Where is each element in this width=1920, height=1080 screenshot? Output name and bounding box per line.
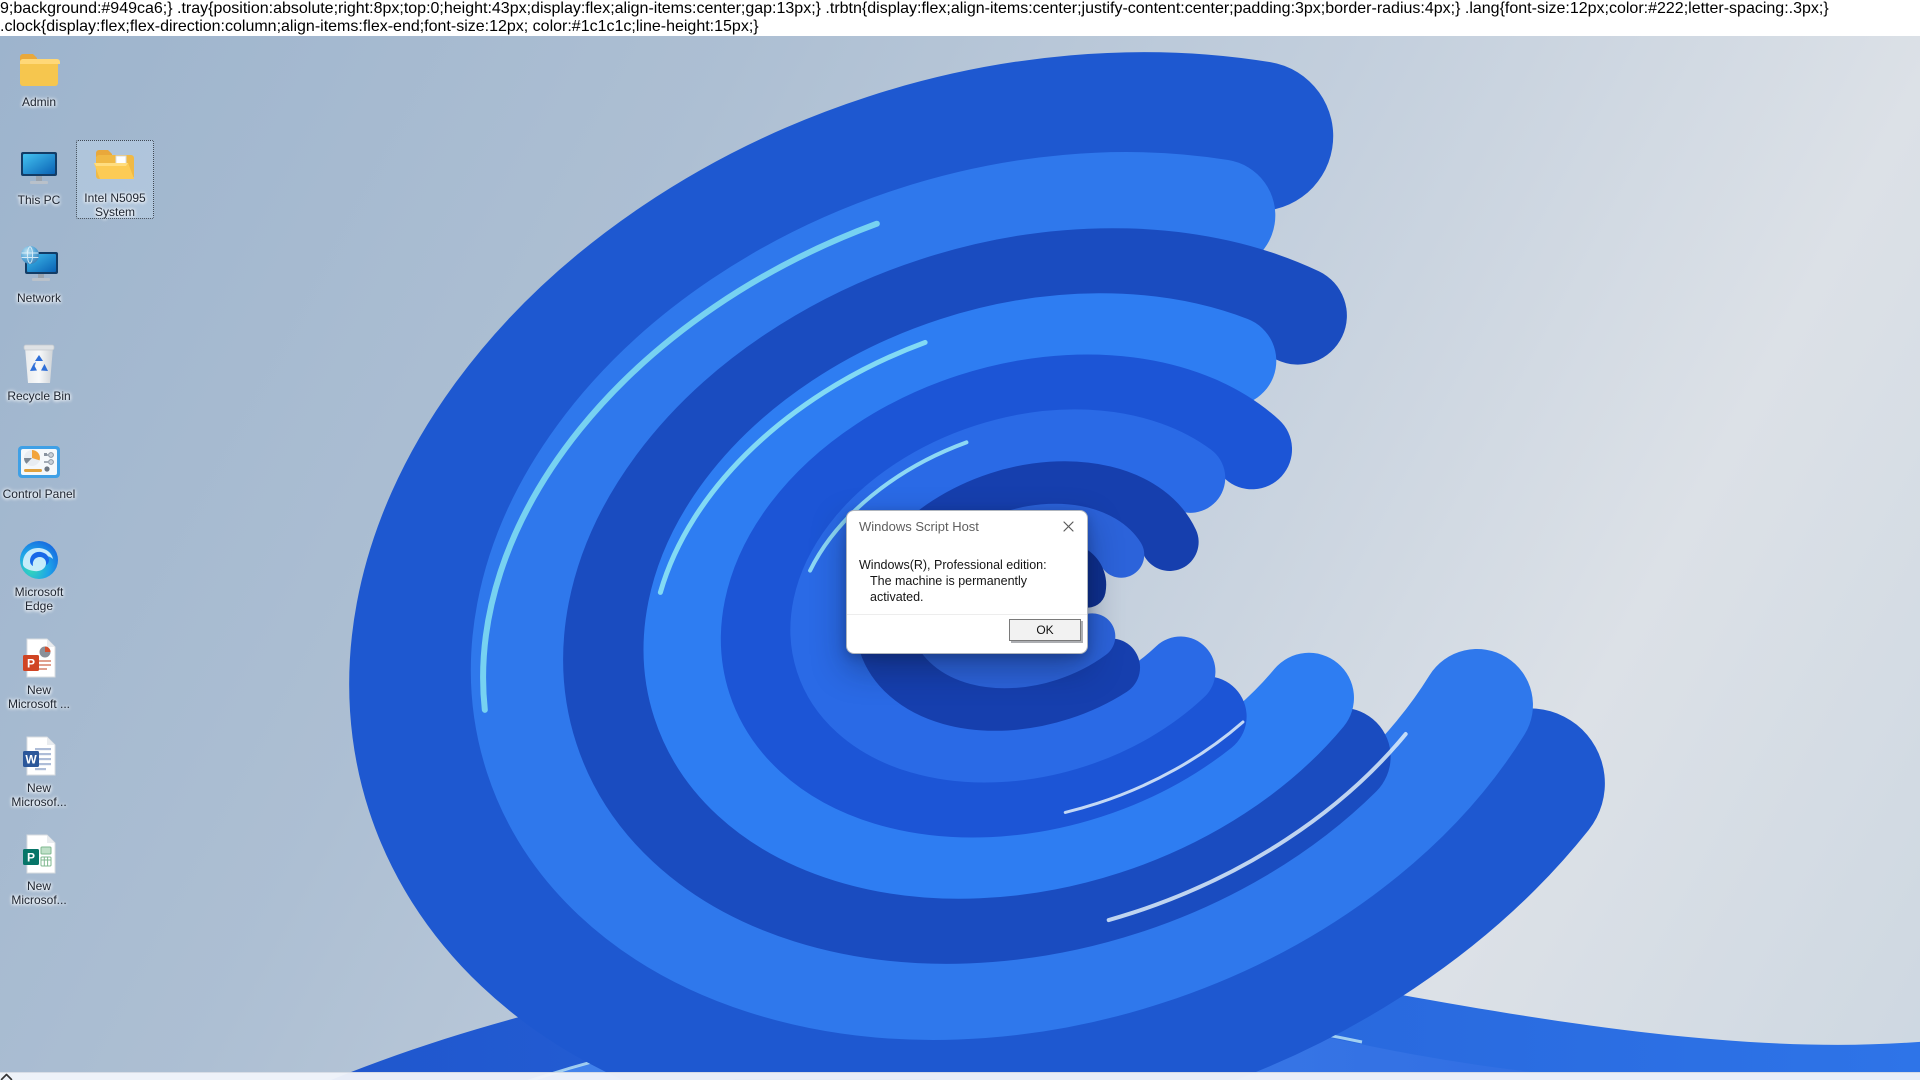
icon-label: New Microsof... bbox=[11, 879, 67, 907]
dialog-footer-divider bbox=[847, 614, 1087, 615]
desktop-icon-control-panel[interactable]: Control Panel bbox=[0, 436, 78, 501]
svg-text:P: P bbox=[27, 851, 35, 865]
icon-label: Microsoft Edge bbox=[14, 585, 64, 613]
icon-label: This PC bbox=[17, 193, 61, 207]
dialog-titlebar[interactable]: Windows Script Host bbox=[847, 511, 1087, 541]
desktop-icon-new-publisher[interactable]: P New Microsof... bbox=[0, 828, 78, 907]
icon-label: Intel N5095 System bbox=[84, 191, 146, 219]
taskbar: 35°C 局部晴朗 bbox=[0, 1072, 1920, 1080]
weather-widget[interactable]: 35°C 局部晴朗 bbox=[10, 1076, 103, 1080]
publisher-file-icon: P bbox=[16, 832, 62, 876]
taskbar-center bbox=[676, 1073, 1270, 1080]
icon-label: New Microsoft ... bbox=[7, 683, 70, 711]
dialog-message-line2: The machine is permanently activated. bbox=[870, 574, 1028, 604]
control-panel-icon bbox=[16, 440, 62, 484]
dialog-message: Windows(R), Professional edition: The ma… bbox=[847, 541, 1087, 605]
icon-label: Recycle Bin bbox=[7, 389, 71, 403]
desktop-icon-recycle-bin[interactable]: Recycle Bin bbox=[0, 338, 78, 403]
desktop-icon-network[interactable]: Network bbox=[0, 240, 78, 305]
edge-icon bbox=[16, 538, 62, 582]
desktop-icon-admin[interactable]: Admin bbox=[0, 44, 78, 109]
close-icon[interactable] bbox=[1055, 515, 1081, 537]
desktop-icon-this-pc[interactable]: This PC bbox=[0, 142, 78, 207]
dialog-title: Windows Script Host bbox=[859, 518, 979, 534]
desktop-icon-new-powerpoint[interactable]: P New Microsoft ... bbox=[0, 632, 78, 711]
icon-label: New Microsof... bbox=[11, 781, 67, 809]
computer-icon bbox=[16, 146, 62, 190]
desktop-icon-new-word[interactable]: W New Microsof... bbox=[0, 730, 78, 809]
open-folder-icon bbox=[92, 144, 138, 188]
svg-text:P: P bbox=[27, 657, 35, 671]
svg-text:W: W bbox=[25, 753, 37, 767]
word-file-icon: W bbox=[16, 734, 62, 778]
desktop: Admin This PC Intel N5095 System Network… bbox=[0, 36, 1920, 1080]
icon-label: Admin bbox=[21, 95, 56, 109]
desktop-icon-intel-n5095-system[interactable]: Intel N5095 System bbox=[76, 140, 154, 219]
network-icon bbox=[16, 244, 62, 288]
ok-button[interactable]: OK bbox=[1009, 619, 1081, 641]
icon-label: Control Panel bbox=[2, 487, 76, 501]
recycle-bin-icon bbox=[16, 342, 62, 386]
windows-script-host-dialog: Windows Script Host Windows(R), Professi… bbox=[846, 510, 1088, 654]
folder-icon bbox=[16, 48, 62, 92]
dialog-message-line1: Windows(R), Professional edition: bbox=[859, 558, 1047, 572]
icon-label: Network bbox=[16, 291, 61, 305]
powerpoint-file-icon: P bbox=[16, 636, 62, 680]
desktop-icon-microsoft-edge[interactable]: Microsoft Edge bbox=[0, 534, 78, 613]
